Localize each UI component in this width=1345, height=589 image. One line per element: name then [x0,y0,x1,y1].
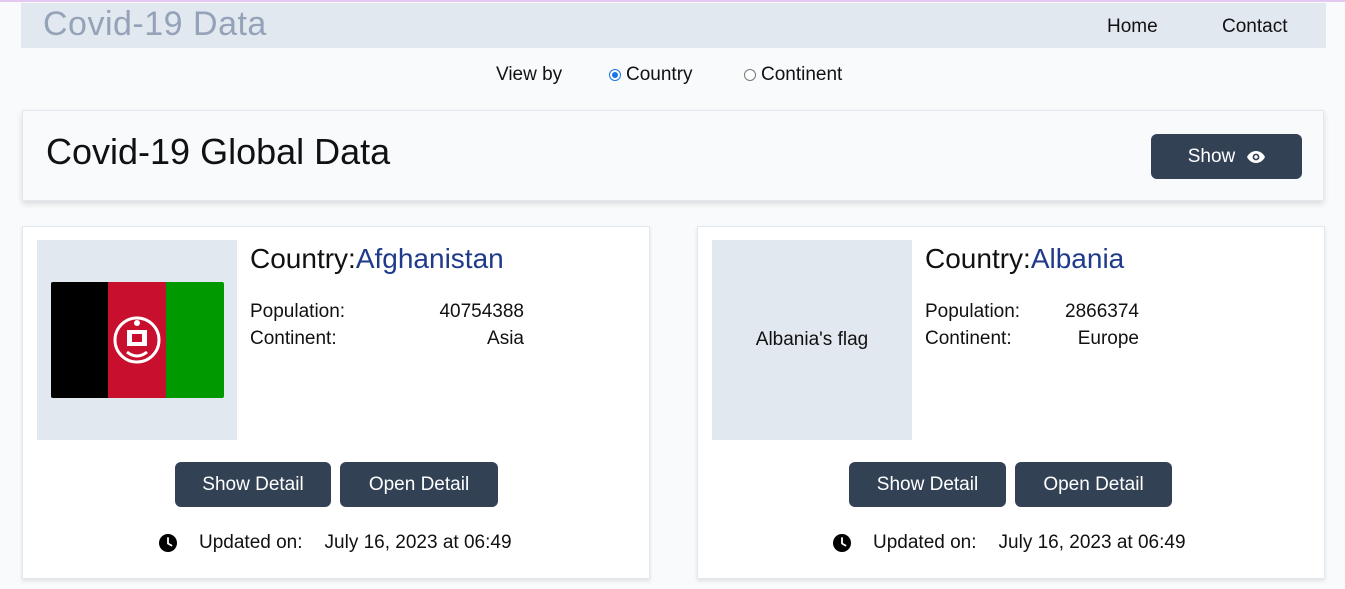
country-card-albania: Albania's flag Country:Albania Populatio… [697,226,1325,579]
afghanistan-flag-image [50,282,224,398]
radio-country[interactable]: Country [609,64,693,86]
radio-country-button[interactable] [609,69,621,81]
country-card-afghanistan: Country:Afghanistan Population: 40754388… [22,226,650,579]
show-global-button[interactable]: Show [1151,134,1302,179]
continent-label: Continent: [250,328,337,349]
radio-continent-button[interactable] [744,69,756,81]
population-value: 40754388 [439,301,524,322]
country-heading: Country:Albania [925,243,1124,275]
navbar: Covid-19 Data Home Contact [21,3,1326,48]
country-prefix: Country: [250,243,356,274]
continent-row: Continent: Asia [250,328,524,350]
top-accent-line [0,0,1345,2]
country-name[interactable]: Afghanistan [356,243,504,274]
view-by-label: View by [496,64,563,85]
continent-label: Continent: [925,328,1012,349]
updated-value: July 16, 2023 at 06:49 [324,532,512,553]
continent-value: Europe [1077,328,1139,349]
show-detail-button[interactable]: Show Detail [175,462,331,507]
population-row: Population: 2866374 [925,301,1139,323]
open-detail-button[interactable]: Open Detail [1015,462,1172,507]
country-name[interactable]: Albania [1031,243,1124,274]
updated-label: Updated on: [199,532,303,553]
view-by-selector: View by Country Continent [0,64,1345,88]
flag-box [37,240,237,440]
continent-row: Continent: Europe [925,328,1139,350]
clock-icon [833,534,851,552]
country-prefix: Country: [925,243,1031,274]
updated-label: Updated on: [873,532,977,553]
radio-country-label[interactable]: Country [626,64,693,86]
population-value: 2866374 [1065,301,1139,322]
flag-placeholder: Albania's flag [712,240,912,440]
updated-value: July 16, 2023 at 06:49 [998,532,1186,553]
global-data-title: Covid-19 Global Data [46,131,391,172]
radio-continent[interactable]: Continent [744,64,842,86]
updated-info: Updated on: July 16, 2023 at 06:49 [159,532,512,554]
nav-link-home[interactable]: Home [1107,16,1158,38]
population-row: Population: 40754388 [250,301,524,323]
global-data-panel: Covid-19 Global Data Show [22,110,1324,201]
population-label: Population: [250,301,346,322]
brand-title[interactable]: Covid-19 Data [43,5,267,44]
continent-value: Asia [487,328,524,349]
population-label: Population: [925,301,1021,322]
eye-icon [1247,150,1266,163]
updated-info: Updated on: July 16, 2023 at 06:49 [833,532,1186,554]
country-heading: Country:Afghanistan [250,243,504,275]
show-detail-button[interactable]: Show Detail [849,462,1006,507]
clock-icon [159,534,177,552]
open-detail-button[interactable]: Open Detail [340,462,498,507]
show-button-label: Show [1187,145,1236,167]
emblem-icon [113,316,161,364]
nav-link-contact[interactable]: Contact [1222,16,1287,38]
radio-continent-label[interactable]: Continent [761,64,842,86]
